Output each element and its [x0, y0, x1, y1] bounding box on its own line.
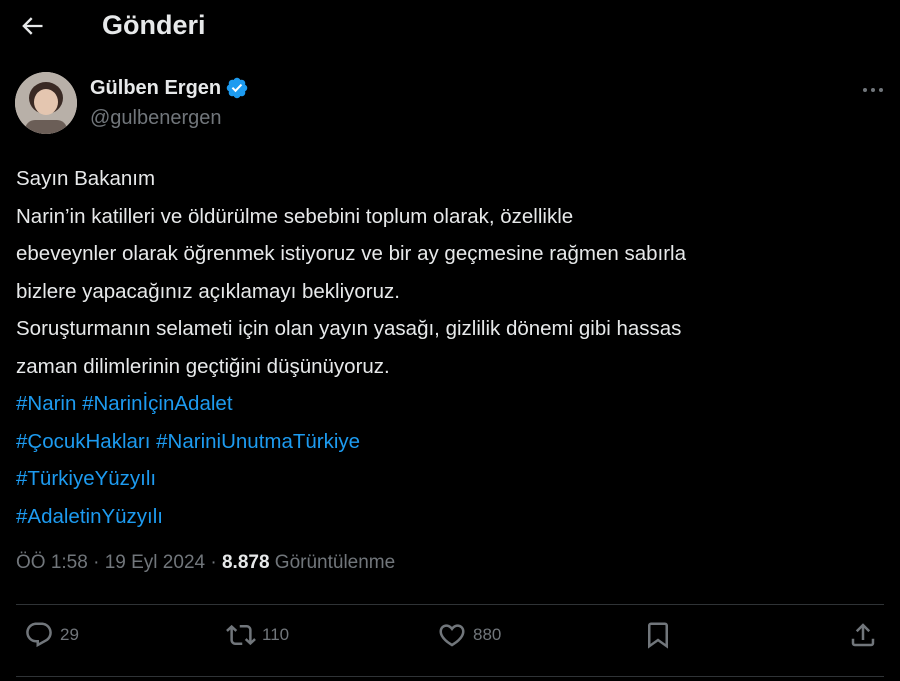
divider: [16, 676, 884, 677]
hashtag-link[interactable]: #AdaletinYüzyılı: [16, 505, 163, 528]
more-options-icon[interactable]: [860, 80, 886, 100]
share-icon: [851, 623, 875, 647]
tweet-meta: ÖÖ 1:58 · 19 Eyl 2024 · 8.878 Görüntülen…: [16, 552, 395, 574]
top-bar: Gönderi: [0, 0, 900, 53]
arrow-left-icon[interactable]: [18, 12, 46, 40]
hashtag-link[interactable]: #NariniUnutmaTürkiye: [156, 430, 360, 453]
divider: [16, 604, 884, 605]
tweet-text: Sayın Bakanım Narin’in katilleri ve öldü…: [16, 160, 886, 535]
reply-icon: [26, 622, 52, 648]
hashtag-link[interactable]: #NarinİçinAdalet: [82, 392, 232, 415]
bookmark-icon: [648, 622, 668, 649]
author-row: Gülben Ergen: [90, 76, 249, 100]
separator: ·: [87, 552, 105, 573]
avatar-image: [15, 72, 77, 134]
separator: ·: [205, 552, 222, 573]
hashtag-link[interactable]: #ÇocukHakları: [16, 430, 150, 453]
verified-badge-icon: [226, 77, 248, 99]
view-count: 8.878: [221, 552, 270, 573]
share-button[interactable]: [848, 620, 878, 650]
hashtag-line: #ÇocukHakları #NariniUnutmaTürkiye: [16, 423, 886, 461]
like-count: 880: [473, 625, 502, 644]
reply-button[interactable]: 29: [24, 620, 79, 650]
hashtag-line: #AdaletinYüzyılı: [16, 498, 886, 536]
hashtag-link[interactable]: #Narin: [16, 392, 76, 415]
reply-count: 29: [60, 625, 79, 644]
repost-icon: [226, 624, 256, 646]
tweet-line: ebeveynler olarak öğrenmek istiyoruz ve …: [16, 242, 686, 265]
repost-count: 110: [262, 625, 290, 644]
bookmark-button[interactable]: [643, 620, 673, 650]
tweet-line: bizlere yapacağınız açıklamayı bekliyoru…: [16, 279, 400, 303]
like-button[interactable]: 880: [437, 620, 501, 650]
hashtag-line: #Narin #NarinİçinAdalet: [16, 385, 886, 423]
action-bar: 29 110 880: [0, 620, 900, 662]
hashtag-link[interactable]: #TürkiyeYüzyılı: [16, 467, 156, 490]
author-name[interactable]: Gülben Ergen: [90, 77, 221, 100]
page-title: Gönderi: [102, 10, 206, 40]
heart-icon: [439, 624, 465, 647]
repost-button[interactable]: 110: [226, 620, 289, 650]
tweet-line: zaman dilimlerinin geçtiğini düşünüyoruz…: [16, 354, 390, 378]
author-handle[interactable]: @gulbenergen: [90, 107, 222, 130]
tweet-line: Soruşturmanın selameti için olan yayın y…: [16, 317, 682, 340]
tweet-date[interactable]: 19 Eyl 2024: [105, 552, 205, 574]
hashtag-line: #TürkiyeYüzyılı: [16, 460, 886, 498]
avatar[interactable]: [15, 72, 77, 134]
tweet-line: Narin’in katilleri ve öldürülme sebebini…: [16, 204, 574, 228]
tweet-time[interactable]: ÖÖ 1:58: [16, 552, 88, 574]
views-label: Görüntülenme: [269, 552, 396, 573]
tweet-line: Sayın Bakanım: [16, 167, 156, 190]
